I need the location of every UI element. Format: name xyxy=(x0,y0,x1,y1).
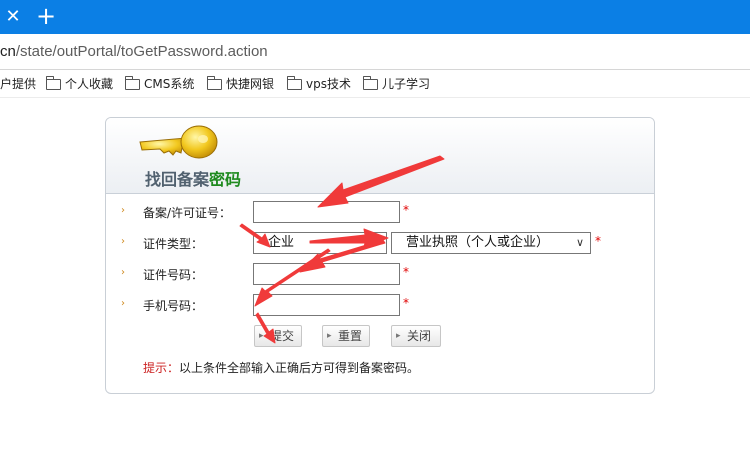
url-path: /state/outPortal/toGetPassword.action xyxy=(15,43,268,60)
chevron-down-icon: ∨ xyxy=(575,236,584,249)
reset-button[interactable]: 重置 xyxy=(322,325,370,347)
form-row-id-type: › 证件类型： 企业 营业执照（个人或企业） ∨ * xyxy=(106,232,654,254)
folder-icon xyxy=(286,75,302,90)
bookmarks-bar: 户提供 个人收藏 CMS系统 快捷网银 vps技术 儿子学习 xyxy=(0,70,750,98)
id-type-select[interactable]: 营业执照（个人或企业） ∨ xyxy=(391,232,591,254)
browser-tab-strip: ✕ + xyxy=(0,0,750,34)
field-label: 证件号码： xyxy=(143,268,204,282)
bookmark-item[interactable]: vps技术 xyxy=(286,75,351,93)
address-bar[interactable]: cn/state/outPortal/toGetPassword.action xyxy=(0,34,750,70)
bookmark-item[interactable]: CMS系统 xyxy=(124,75,195,93)
form-row-id-number: › 证件号码： * xyxy=(106,263,654,285)
form-row-record-number: › 备案/许可证号： * xyxy=(106,201,654,223)
required-mark: * xyxy=(595,234,601,248)
record-number-input[interactable] xyxy=(253,201,400,223)
password-recovery-panel: 找回备案密码 › 备案/许可证号： * › 证件类型： 企业 营业执照（个人或企… xyxy=(105,117,655,394)
folder-icon xyxy=(124,75,140,90)
required-mark: * xyxy=(403,265,409,279)
folder-icon xyxy=(206,75,222,90)
bookmark-item[interactable]: 儿子学习 xyxy=(362,75,431,93)
bookmark-label: 快捷网银 xyxy=(226,77,275,91)
required-mark: * xyxy=(403,203,409,217)
bullet-icon: › xyxy=(121,205,125,216)
plus-icon[interactable]: + xyxy=(34,0,58,34)
folder-icon xyxy=(362,75,378,90)
bookmark-label: 个人收藏 xyxy=(65,77,114,91)
bookmark-label: 户提供 xyxy=(0,77,37,91)
bookmark-label: vps技术 xyxy=(306,77,351,91)
id-category-select[interactable]: 企业 xyxy=(253,232,387,254)
field-label: 证件类型： xyxy=(143,237,204,251)
panel-header: 找回备案密码 xyxy=(106,118,654,194)
field-label: 手机号码： xyxy=(143,299,204,313)
id-number-input[interactable] xyxy=(253,263,400,285)
bullet-icon: › xyxy=(121,236,125,247)
close-button[interactable]: 关闭 xyxy=(391,325,441,347)
bookmark-item[interactable]: 户提供 xyxy=(0,75,36,93)
close-icon[interactable]: ✕ xyxy=(0,0,26,34)
folder-icon xyxy=(45,75,61,90)
bookmark-item[interactable]: 快捷网银 xyxy=(206,75,275,93)
panel-title: 找回备案密码 xyxy=(145,170,242,189)
phone-number-input[interactable] xyxy=(253,294,400,316)
hint-text: 提示：以上条件全部输入正确后方可得到备案密码。 xyxy=(143,361,420,375)
key-icon xyxy=(139,125,218,159)
url-text[interactable]: cn/state/outPortal/toGetPassword.action xyxy=(0,43,268,60)
bookmark-label: 儿子学习 xyxy=(382,77,431,91)
url-domain: cn xyxy=(0,43,16,60)
form-row-phone: › 手机号码： * xyxy=(106,294,654,316)
bookmark-item[interactable]: 个人收藏 xyxy=(45,75,114,93)
bullet-icon: › xyxy=(121,298,125,309)
submit-button[interactable]: 提交 xyxy=(254,325,302,347)
bookmark-label: CMS系统 xyxy=(144,77,195,91)
required-mark: * xyxy=(403,296,409,310)
select-value: 营业执照（个人或企业） xyxy=(406,235,550,250)
field-label: 备案/许可证号： xyxy=(143,206,232,220)
bullet-icon: › xyxy=(121,267,125,278)
